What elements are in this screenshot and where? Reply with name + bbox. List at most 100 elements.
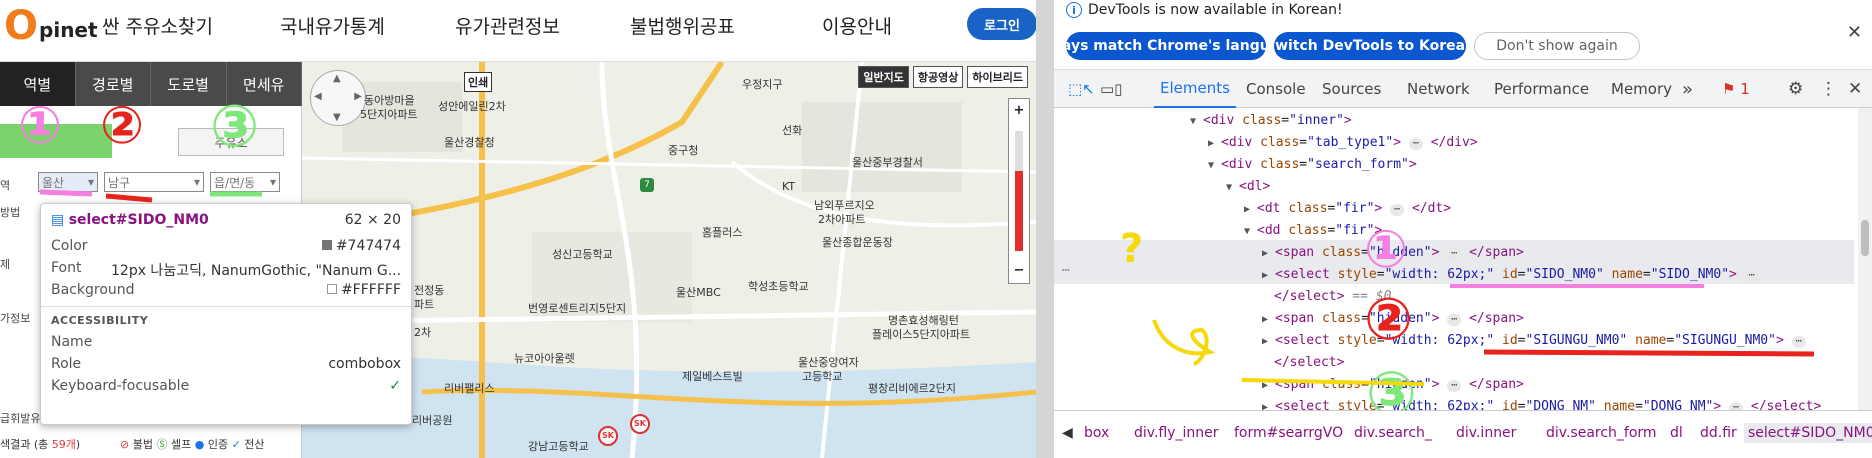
devtools-panel: i DevTools is now available in Korean! A… (1054, 0, 1872, 458)
nav-domestic-stats[interactable]: 국내유가통계 (280, 12, 385, 39)
infobar-text: DevTools is now available in Korean! (1088, 2, 1343, 18)
map-label: 울산경찰청 (444, 136, 495, 149)
logo-letter: O (4, 3, 39, 49)
info-icon: i (1066, 2, 1082, 18)
nav-cheap-station[interactable]: 싼 주유소찾기 (102, 12, 213, 39)
opinet-page: O pinet 싼 주유소찾기 국내유가통계 유가관련정보 불법행위공표 이용안… (0, 0, 1036, 458)
inspect-element-icon[interactable]: ⬚↖ (1068, 70, 1095, 108)
scrollbar-thumb[interactable] (1861, 220, 1869, 256)
zoom-in-button[interactable]: + (1009, 101, 1029, 121)
panel-splitter[interactable] (1036, 0, 1054, 458)
side-label-price: 가정보 (0, 312, 31, 325)
login-button[interactable]: 로그인 (967, 8, 1036, 40)
pan-right-icon[interactable]: ▶ (354, 91, 362, 102)
inspect-tooltip: ▤ select#SIDO_NM0 62 × 20 Color #747474 … (40, 203, 412, 425)
map-label: 울산MBC (676, 286, 721, 299)
zoom-out-button[interactable]: − (1009, 261, 1029, 281)
device-toolbar-icon[interactable]: ▭▯ (1100, 70, 1122, 108)
map-label: 울산종합운동장 (822, 236, 893, 249)
nav-price-info[interactable]: 유가관련정보 (455, 12, 560, 39)
dom-tree[interactable]: ⋯ ▼ <div class="inner"> ▶ <div class="tab_… (1054, 108, 1854, 410)
result-count-value: 59개 (51, 438, 76, 451)
tab-sources[interactable]: Sources (1322, 70, 1381, 108)
nav-illegal-notice[interactable]: 불법행위공표 (630, 12, 735, 39)
breadcrumb-item[interactable]: box (1084, 425, 1109, 441)
map-label: 울산중부경찰서 (852, 156, 923, 169)
color-swatch (321, 240, 332, 250)
map-type-hybrid[interactable]: 하이브리드 (967, 66, 1028, 88)
road-7-icon: 7 (640, 178, 654, 192)
legend-certified: 인증 (207, 438, 229, 451)
tab-elements[interactable]: Elements (1154, 70, 1236, 108)
annotation-underlines (39, 189, 262, 203)
breadcrumb-item[interactable]: dl (1670, 425, 1683, 441)
tab-console[interactable]: Console (1246, 70, 1306, 108)
close-icon[interactable]: ✕ (1847, 22, 1862, 43)
switch-korean-button[interactable]: Switch DevTools to Korean (1265, 32, 1475, 60)
side-label-product: 제 (0, 258, 11, 271)
tooltip-color-label: Color (51, 238, 88, 254)
pan-up-icon[interactable]: ▲ (333, 73, 341, 84)
match-language-button[interactable]: Always match Chrome's language (1054, 32, 1299, 60)
map-type-normal[interactable]: 일반지도 (858, 66, 909, 88)
breadcrumb-scroll-left-icon[interactable]: ◀ (1062, 425, 1073, 441)
map-label: 리버공원 (412, 414, 453, 427)
map-label: 평창리비에르2단지 (868, 382, 956, 395)
legend-self: 셀프 (170, 438, 192, 451)
devtools-tabbar: ⬚↖ ▭▯ Elements Console Sources Network P… (1054, 70, 1872, 108)
map-label: 뉴코아아울렛 (514, 352, 575, 365)
flag-icon: ⚑ (1722, 80, 1736, 98)
tab-memory[interactable]: Memory (1611, 70, 1672, 108)
map-view[interactable]: ▲ ▼ ◀ ▶ 인쇄 일반지도 항공영상 하이브리드 + − 동아방마을 5단지… (302, 62, 1036, 458)
breadcrumb-current[interactable]: select#SIDO_NM0 (1744, 423, 1872, 443)
breadcrumb-item[interactable]: div.search_ (1354, 425, 1432, 441)
map-type-aerial[interactable]: 항공영상 (912, 66, 964, 88)
annotation-strokes (1152, 284, 1815, 386)
print-button[interactable]: 인쇄 (464, 72, 493, 92)
map-label: 제일베스트빌 (682, 370, 743, 383)
drop-icon: ● (194, 438, 205, 451)
pan-down-icon[interactable]: ▼ (333, 112, 341, 123)
map-type-switcher: 일반지도 항공영상 하이브리드 (858, 66, 1028, 88)
more-tabs-icon[interactable]: » (1682, 70, 1693, 108)
map-label: 성신고등학교 (552, 248, 613, 261)
nav-guide[interactable]: 이용안내 (822, 12, 892, 39)
annotation-one: ① (18, 96, 63, 156)
breadcrumb-item[interactable]: dd.fir (1700, 425, 1737, 441)
tooltip-font-label: Font (51, 260, 82, 276)
tooltip-role-value: combobox (328, 356, 401, 372)
breadcrumb-item[interactable]: div.inner (1456, 425, 1516, 441)
map-label: 우정지구 (742, 78, 783, 91)
breadcrumb-item[interactable]: div.fly_inner (1134, 425, 1219, 441)
language-infobar: i DevTools is now available in Korean! A… (1054, 0, 1872, 70)
check-circle-icon: ✓ (389, 378, 401, 394)
map-label: 학성초등학교 (748, 280, 809, 293)
pan-left-icon[interactable]: ◀ (314, 91, 322, 102)
map-pan-control[interactable]: ▲ ▼ ◀ ▶ (310, 70, 366, 126)
opinet-logo[interactable]: O pinet (4, 6, 98, 46)
annotation-three: ③ (210, 92, 260, 160)
gear-icon[interactable]: ⚙ (1788, 70, 1803, 108)
map-label: 5단지아파트 (360, 108, 418, 121)
sk-station-marker[interactable]: SK (598, 426, 618, 446)
breadcrumb-item[interactable]: div.search_form (1546, 425, 1657, 441)
map-label: KT (782, 180, 796, 193)
result-prefix: 색결과 (총 (0, 438, 52, 451)
tab-performance[interactable]: Performance (1494, 70, 1589, 108)
tooltip-name-label: Name (51, 334, 93, 350)
tooltip-bg-label: Background (51, 282, 135, 298)
breadcrumb-item[interactable]: form#searrgVO (1234, 425, 1343, 441)
dom-tree-scrollbar[interactable] (1858, 108, 1872, 410)
dont-show-again-button[interactable]: Don't show again (1474, 32, 1640, 60)
issues-badge[interactable]: ⚑ 1 (1722, 70, 1750, 108)
tooltip-size: 62 × 20 (344, 212, 401, 228)
map-label: 파트 (414, 298, 435, 311)
self-icon: Ⓢ (156, 438, 168, 451)
kebab-menu-icon[interactable]: ⋮ (1820, 70, 1837, 108)
close-devtools-icon[interactable]: ✕ (1848, 70, 1862, 108)
map-label: 고등학교 (802, 370, 843, 383)
tab-network[interactable]: Network (1407, 70, 1470, 108)
tooltip-a11y-title: ACCESSIBILITY (51, 314, 149, 327)
sk-station-marker[interactable]: SK (630, 414, 650, 434)
zoom-slider[interactable] (1015, 131, 1023, 251)
